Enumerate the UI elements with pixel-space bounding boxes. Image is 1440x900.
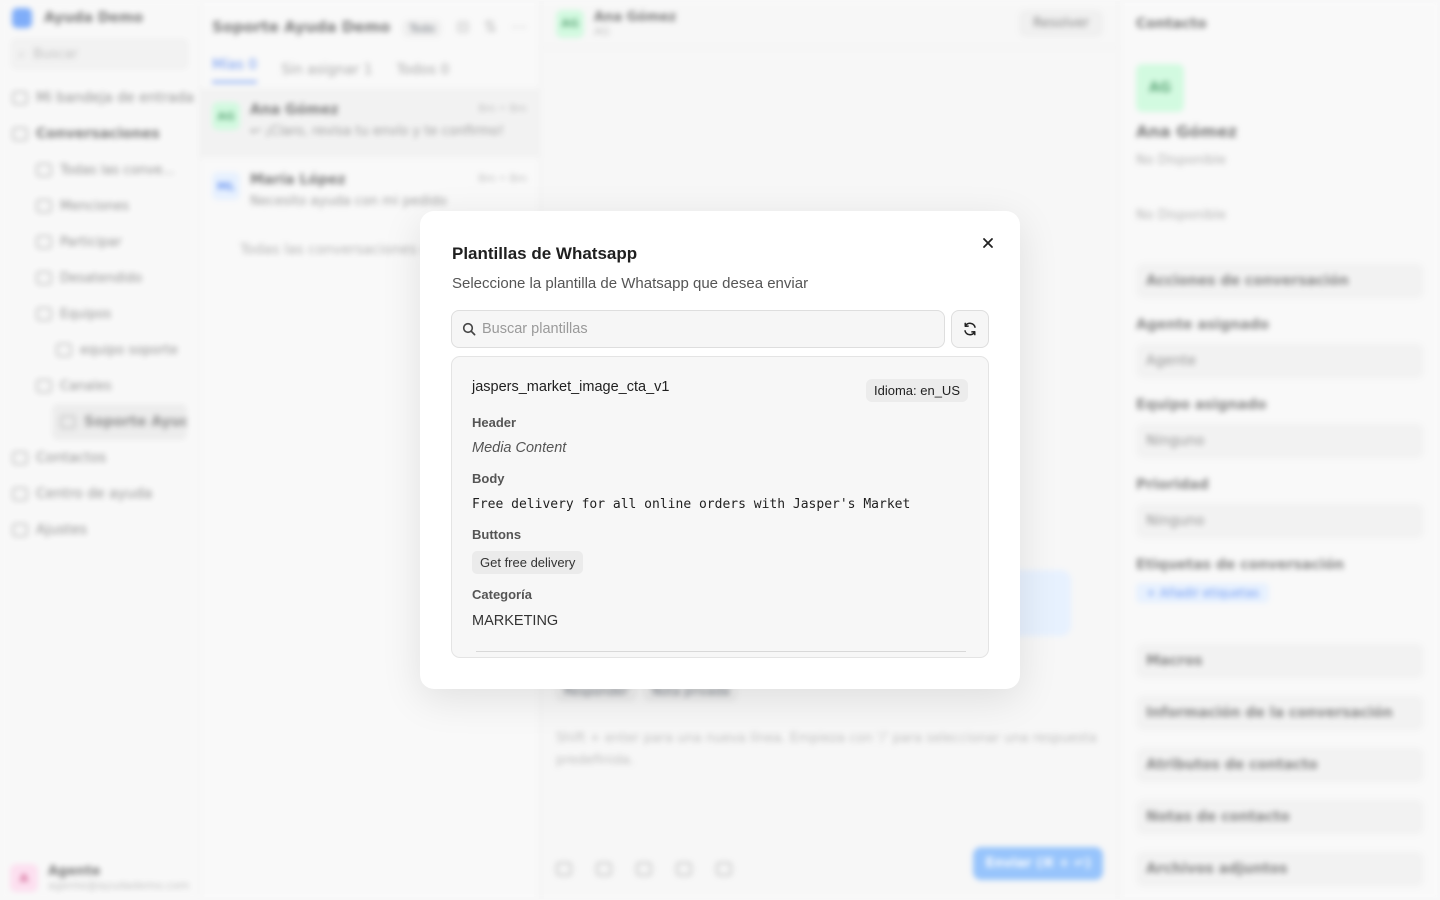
search-icon — [462, 322, 476, 336]
template-body-label: Body — [472, 471, 505, 486]
template-card[interactable]: jaspers_market_image_cta_v1 Idioma: en_U… — [451, 356, 989, 658]
template-header-value: Media Content — [472, 440, 567, 456]
modal-description: Seleccione la plantilla de Whatsapp que … — [452, 275, 809, 292]
refresh-icon — [964, 322, 976, 336]
template-buttons-label: Buttons — [472, 527, 522, 542]
close-button[interactable] — [976, 231, 1000, 255]
close-icon — [983, 238, 993, 248]
template-name: jaspers_market_image_cta_v1 — [472, 379, 670, 395]
whatsapp-templates-modal: Plantillas de Whatsapp Seleccione la pla… — [420, 211, 1020, 689]
card-divider — [476, 651, 966, 652]
modal-title: Plantillas de Whatsapp — [452, 244, 638, 263]
template-search-input[interactable] — [482, 321, 934, 337]
template-language-badge: Idioma: en_US — [866, 379, 968, 402]
template-cta-chip: Get free delivery — [472, 551, 584, 574]
template-header-label: Header — [472, 415, 517, 430]
template-body-value: Free delivery for all online orders with… — [472, 497, 911, 512]
template-category-label: Categoría — [472, 587, 532, 602]
template-search — [451, 310, 945, 348]
refresh-button[interactable] — [951, 310, 989, 348]
template-category-value: MARKETING — [472, 613, 559, 629]
